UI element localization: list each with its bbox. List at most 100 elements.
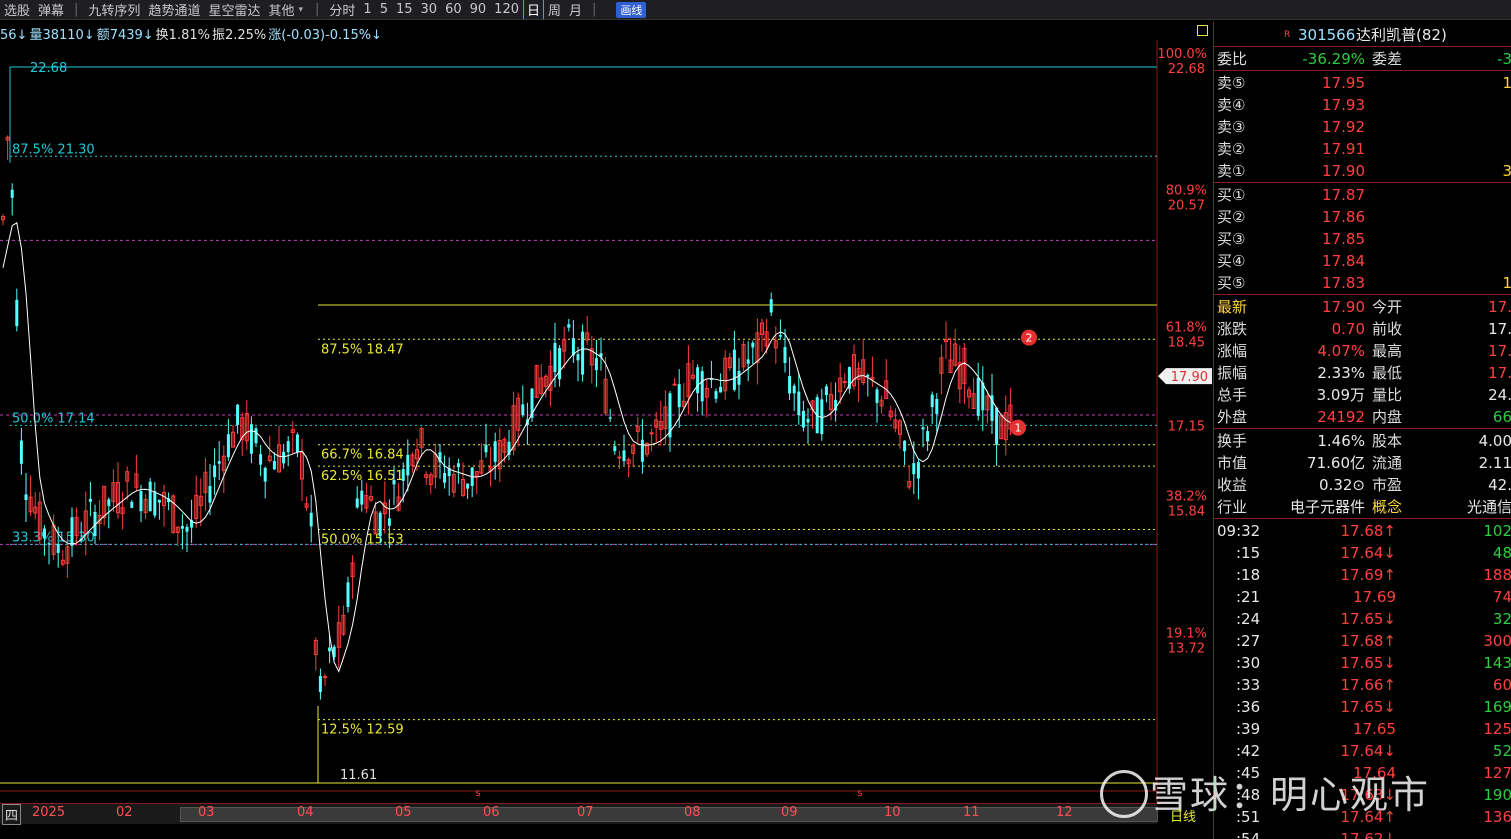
fundamental-label: 换手 (1217, 432, 1248, 450)
divider (1214, 182, 1511, 183)
candle-body (466, 483, 470, 489)
candle-body (866, 374, 870, 377)
candle-body (719, 386, 723, 393)
fundamental-value: 光通信 (1466, 498, 1511, 516)
candle-body (180, 525, 184, 529)
toolbar-item[interactable]: 120 (490, 2, 523, 17)
buy-level-row: 买① 17.87 (1214, 184, 1511, 206)
tick-time: 09:32 (1217, 522, 1261, 540)
candle-body (558, 348, 562, 380)
event-mark: s (475, 788, 480, 799)
candle-body (567, 324, 571, 328)
toolbar-item[interactable]: 周 (544, 0, 565, 19)
candle-body (926, 431, 930, 442)
sell-price: 17.93 (1322, 96, 1365, 114)
tick-volume: 143 (1483, 654, 1511, 672)
toolbar-item[interactable]: 选股 (0, 0, 34, 19)
buy-level-row: 买② 17.86 (1214, 206, 1511, 228)
chevron-down-icon[interactable]: ▾ (298, 5, 309, 15)
toolbar-item[interactable]: 趋势通道 (144, 0, 204, 19)
stat-value: 3.09万 (1316, 386, 1365, 404)
candle-body (792, 385, 796, 394)
toolbar-item[interactable]: 画线 (616, 1, 647, 18)
toolbar-item[interactable]: 1 (359, 2, 375, 17)
stat-label: 最高 (1372, 342, 1403, 360)
candle-body (553, 342, 557, 373)
fib-left-label: 50.0% 17.14 (12, 411, 95, 426)
fib-left-label: 22.68 (30, 61, 67, 76)
sell-level-row: 卖⑤ 17.95 1 (1214, 72, 1511, 94)
toolbar-item[interactable]: 分时 (325, 0, 359, 19)
candle-body (456, 463, 460, 468)
toolbar-item[interactable]: 日 (523, 0, 545, 19)
month-label: 02 (116, 805, 133, 820)
month-label: 05 (395, 805, 412, 820)
month-label: 11 (963, 805, 980, 820)
candle-body (153, 491, 157, 516)
tick-volume: 127 (1483, 764, 1511, 782)
toolbar-item[interactable]: 90 (466, 2, 491, 17)
tick-price: 17.68↑ (1340, 632, 1396, 650)
tick-price: 17.64↓ (1340, 544, 1396, 562)
fundamental-row: 收益 0.32⊙ 市盈 42. (1214, 474, 1511, 496)
toolbar-item[interactable]: 5 (376, 2, 392, 17)
toolbar-item[interactable]: 15 (392, 2, 417, 17)
tick-price: 17.65↓ (1340, 698, 1396, 716)
candle-body (387, 518, 391, 526)
fundamental-value: 电子元器件 (1289, 498, 1365, 516)
toolbar-item[interactable]: 弹幕 (34, 0, 68, 19)
toolbar-item[interactable]: 30 (417, 2, 442, 17)
candle-body (309, 512, 313, 527)
candle-body (139, 491, 143, 512)
fundamental-value: 0.32⊙ (1319, 476, 1365, 494)
toolbar-item[interactable]: 60 (441, 2, 466, 17)
candle-body (254, 428, 258, 444)
stat-value: 17. (1488, 320, 1511, 338)
candle-body (935, 398, 939, 414)
time-axis-bar: 四 2025 02 03 04 05 06 07 08 09 10 11 12 (0, 803, 1158, 825)
axis-pct-label: 38.2% (1166, 489, 1207, 504)
candle-body (824, 386, 828, 396)
stat-value: 24192 (1317, 408, 1365, 426)
fundamental-value: 4.00 (1478, 432, 1511, 450)
candle-body (916, 462, 920, 479)
kline-chart[interactable]: 22.6887.5% 21.3050.0% 17.1433.3% 15.3087… (0, 40, 1213, 803)
month-label: 10 (884, 805, 901, 820)
tick-time: :36 (1236, 698, 1261, 716)
candle-body (88, 498, 92, 502)
tick-volume: 300 (1483, 632, 1511, 650)
toolbar-item[interactable]: 星空雷达 (204, 0, 264, 19)
time-scrollbar[interactable] (180, 807, 1158, 822)
candle-body (236, 404, 240, 425)
candle-body (640, 439, 644, 462)
expand-icon[interactable] (1197, 25, 1208, 36)
fib-right-label: 87.5% 18.47 (321, 342, 404, 357)
candle-body (921, 427, 925, 430)
divider (1214, 428, 1511, 429)
month-label: 04 (297, 805, 314, 820)
toolbar-item[interactable]: 九转序列 (84, 0, 144, 19)
stat-label: 前收 (1372, 320, 1403, 338)
candle-body (47, 543, 51, 545)
fundamental-value: 42. (1488, 476, 1511, 494)
candle-body (783, 347, 787, 364)
candle-body (259, 454, 263, 465)
tick-time: :18 (1236, 566, 1261, 584)
candle-body (797, 391, 801, 416)
period-label[interactable]: 日线 (1170, 806, 1196, 825)
stat-label: 总手 (1217, 386, 1248, 404)
sell-volume: 1 (1502, 72, 1511, 94)
stat-value: 17. (1488, 298, 1511, 316)
month-label: 03 (198, 805, 215, 820)
axis-price-label: 20.57 (1168, 198, 1205, 213)
buy-level-label: 买③ (1217, 230, 1246, 248)
toolbar-item[interactable]: 月 (565, 0, 586, 19)
stat-value: 24. (1488, 386, 1511, 404)
fib-right-label: 50.0% 15.53 (321, 532, 404, 547)
weicha-value: -3 (1497, 50, 1511, 68)
tick-row: :39 17.65 125 (1214, 718, 1511, 740)
candle-body (622, 450, 626, 462)
weicha-label: 委差 (1372, 50, 1403, 68)
toolbar-item[interactable]: 其他 (264, 0, 298, 19)
fib-right-label: 62.5% 16.51 (321, 469, 404, 484)
